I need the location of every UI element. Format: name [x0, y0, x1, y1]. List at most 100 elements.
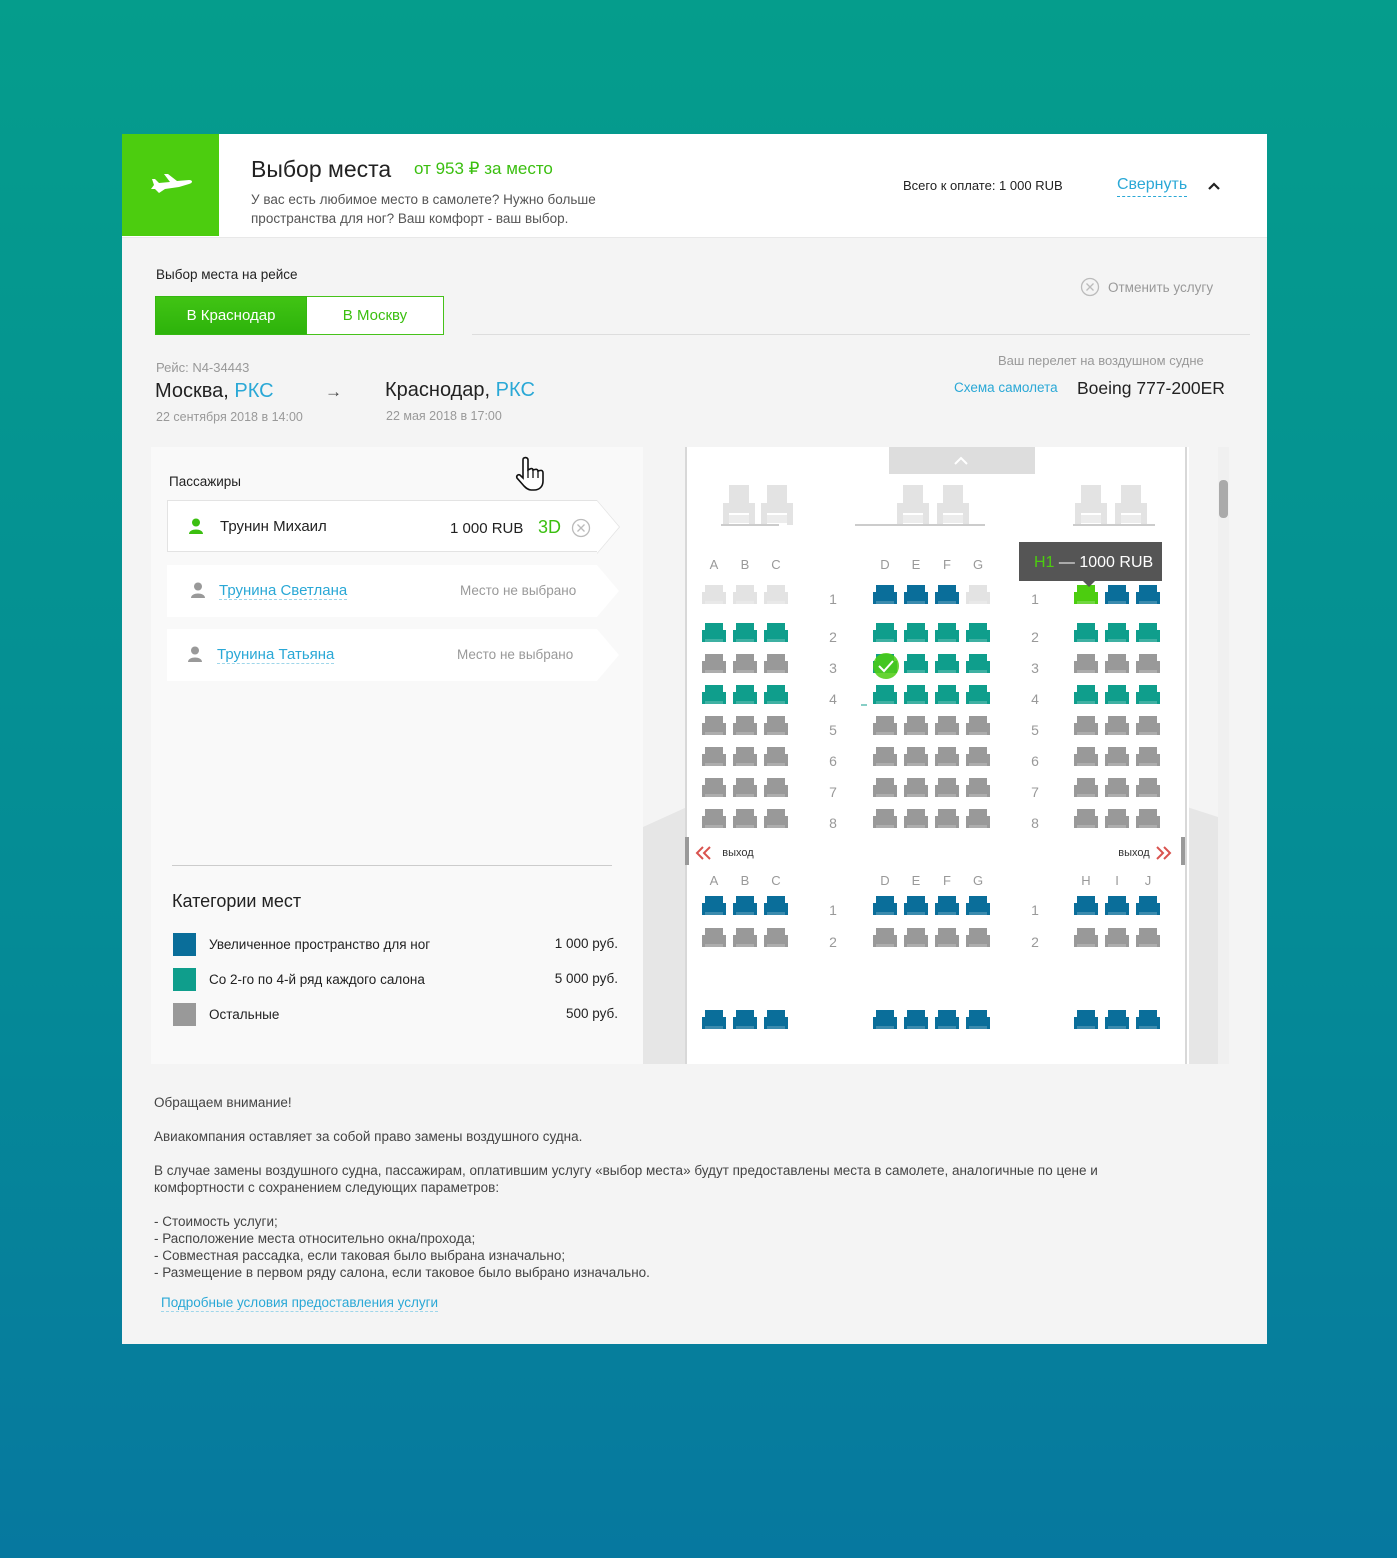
seat[interactable]: [733, 747, 757, 766]
seat[interactable]: [764, 778, 788, 797]
seat[interactable]: [873, 685, 897, 704]
seat[interactable]: [1105, 623, 1129, 642]
seat[interactable]: [1074, 1010, 1098, 1029]
seat[interactable]: [935, 928, 959, 947]
seat[interactable]: [764, 716, 788, 735]
seat[interactable]: [904, 896, 928, 915]
seat[interactable]: [966, 585, 990, 604]
seat[interactable]: [733, 928, 757, 947]
seat[interactable]: [904, 747, 928, 766]
seat[interactable]: [935, 716, 959, 735]
seat[interactable]: [1105, 585, 1129, 604]
selected-seat-highlight[interactable]: [873, 653, 899, 679]
seat[interactable]: [935, 685, 959, 704]
seat[interactable]: [764, 928, 788, 947]
seat[interactable]: [1074, 716, 1098, 735]
seat[interactable]: [935, 623, 959, 642]
seat[interactable]: [966, 623, 990, 642]
tab-to-moscow[interactable]: В Москву: [307, 296, 444, 335]
seat[interactable]: [702, 623, 726, 642]
seat[interactable]: [702, 928, 726, 947]
seat[interactable]: [873, 747, 897, 766]
tab-to-krasnodar[interactable]: В Краснодар: [155, 296, 307, 335]
seat[interactable]: [966, 896, 990, 915]
seat[interactable]: [764, 809, 788, 828]
seat[interactable]: [702, 585, 726, 604]
seat[interactable]: [935, 896, 959, 915]
seat[interactable]: [1136, 928, 1160, 947]
seat[interactable]: [1074, 585, 1098, 604]
seat[interactable]: [733, 716, 757, 735]
passenger-item[interactable]: Трунина Татьяна Место не выбрано: [167, 629, 619, 681]
seat[interactable]: [1136, 716, 1160, 735]
seat[interactable]: [764, 896, 788, 915]
seat[interactable]: [733, 896, 757, 915]
seat[interactable]: [733, 685, 757, 704]
seat[interactable]: [764, 623, 788, 642]
seat[interactable]: [1105, 716, 1129, 735]
seat[interactable]: [904, 1010, 928, 1029]
seat[interactable]: [935, 1010, 959, 1029]
seat[interactable]: [1105, 654, 1129, 673]
seat[interactable]: [733, 623, 757, 642]
seat[interactable]: [1074, 928, 1098, 947]
seat[interactable]: [764, 747, 788, 766]
seat[interactable]: [1074, 896, 1098, 915]
seat[interactable]: [1105, 1010, 1129, 1029]
seat[interactable]: [873, 928, 897, 947]
seat[interactable]: [764, 1010, 788, 1029]
passenger-item-selected[interactable]: Трунин Михаил 1 000 RUB 3D: [167, 500, 620, 554]
scroll-up-button[interactable]: [889, 447, 1035, 474]
seat[interactable]: [966, 809, 990, 828]
seat[interactable]: [904, 716, 928, 735]
seat[interactable]: [1105, 896, 1129, 915]
remove-seat-icon[interactable]: [571, 518, 591, 538]
scrollbar-thumb[interactable]: [1219, 480, 1228, 518]
seat[interactable]: [702, 747, 726, 766]
seat[interactable]: [935, 809, 959, 828]
seat[interactable]: [873, 896, 897, 915]
seat[interactable]: [904, 585, 928, 604]
seat[interactable]: [1136, 747, 1160, 766]
seat[interactable]: [966, 654, 990, 673]
seat[interactable]: [764, 654, 788, 673]
seat[interactable]: [1074, 747, 1098, 766]
seat[interactable]: [1105, 747, 1129, 766]
seat[interactable]: [1136, 778, 1160, 797]
seat[interactable]: [966, 778, 990, 797]
cancel-service-button[interactable]: Отменить услугу: [1080, 277, 1213, 297]
seat[interactable]: [904, 928, 928, 947]
seat[interactable]: [873, 585, 897, 604]
passenger-name[interactable]: Трунина Светлана: [219, 582, 348, 600]
seat[interactable]: [935, 747, 959, 766]
seat[interactable]: [1074, 623, 1098, 642]
seat[interactable]: [904, 685, 928, 704]
seat[interactable]: [702, 809, 726, 828]
chevron-up-icon[interactable]: [1207, 178, 1221, 196]
seat[interactable]: [1136, 896, 1160, 915]
seat[interactable]: [1105, 809, 1129, 828]
seat[interactable]: [764, 685, 788, 704]
seat[interactable]: [702, 1010, 726, 1029]
seat[interactable]: [904, 809, 928, 828]
seat[interactable]: [733, 654, 757, 673]
seat[interactable]: [904, 623, 928, 642]
seat[interactable]: [873, 809, 897, 828]
seat[interactable]: [733, 809, 757, 828]
seat[interactable]: [966, 747, 990, 766]
seat[interactable]: [1074, 809, 1098, 828]
seat[interactable]: [1074, 654, 1098, 673]
seat[interactable]: [966, 685, 990, 704]
seat[interactable]: [733, 1010, 757, 1029]
seat[interactable]: [702, 685, 726, 704]
seat[interactable]: [904, 654, 928, 673]
seat[interactable]: [966, 716, 990, 735]
seat[interactable]: [1105, 928, 1129, 947]
seat[interactable]: [904, 778, 928, 797]
seat[interactable]: [935, 654, 959, 673]
seat[interactable]: [1105, 778, 1129, 797]
seat[interactable]: [1074, 778, 1098, 797]
seat[interactable]: [1136, 654, 1160, 673]
passenger-name[interactable]: Трунина Татьяна: [217, 646, 335, 664]
seat[interactable]: [702, 654, 726, 673]
